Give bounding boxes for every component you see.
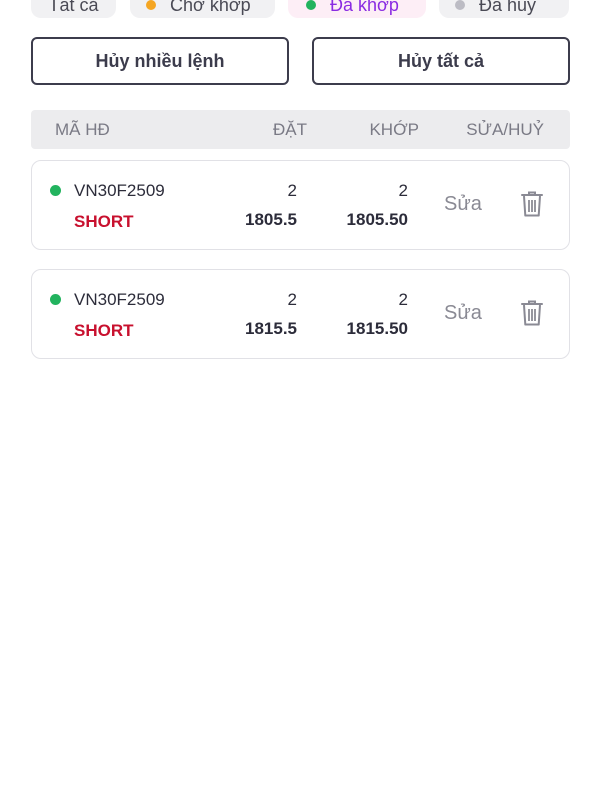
header-order: ĐẶT — [273, 120, 307, 139]
trash-icon[interactable] — [520, 190, 544, 218]
contract-code: VN30F2509 — [74, 181, 165, 200]
status-filter-bar: Tất cả Chờ khớp Đã khớp Đã hủy — [31, 0, 569, 18]
matched-quantity: 2 — [398, 290, 408, 309]
pending-dot-icon — [146, 0, 156, 10]
filter-all[interactable]: Tất cả — [31, 0, 116, 18]
contract-code: VN30F2509 — [74, 290, 165, 309]
filter-matched-label: Đã khớp — [330, 0, 399, 15]
header-edit-cancel: SỬA/HUỶ — [466, 120, 544, 139]
cancelled-dot-icon — [455, 0, 465, 10]
status-dot-icon — [50, 185, 61, 196]
header-matched: KHỚP — [369, 120, 419, 139]
table-row[interactable]: VN30F2509 SHORT 2 1805.5 2 1805.50 Sửa — [31, 160, 570, 250]
edit-button[interactable]: Sửa — [444, 302, 482, 325]
order-side: SHORT — [74, 321, 134, 340]
filter-cancelled[interactable]: Đã hủy — [439, 0, 569, 18]
matched-dot-icon — [306, 0, 316, 10]
table-row[interactable]: VN30F2509 SHORT 2 1815.5 2 1815.50 Sửa — [31, 269, 570, 359]
header-code: MÃ HĐ — [55, 120, 110, 139]
filter-pending[interactable]: Chờ khớp — [130, 0, 275, 18]
cancel-all-button[interactable]: Hủy tất cả — [312, 37, 570, 85]
order-side: SHORT — [74, 212, 134, 231]
edit-button[interactable]: Sửa — [444, 193, 482, 216]
trash-icon[interactable] — [520, 299, 544, 327]
matched-price: 1815.50 — [346, 319, 408, 338]
status-dot-icon — [50, 294, 61, 305]
matched-quantity: 2 — [398, 181, 408, 200]
table-header: MÃ HĐ ĐẶT KHỚP SỬA/HUỶ — [31, 110, 570, 149]
filter-all-label: Tất cả — [48, 0, 99, 15]
cancel-multiple-button[interactable]: Hủy nhiều lệnh — [31, 37, 289, 85]
order-quantity: 2 — [287, 181, 297, 200]
filter-matched[interactable]: Đã khớp — [288, 0, 426, 18]
order-price: 1805.5 — [245, 210, 297, 229]
matched-price: 1805.50 — [346, 210, 408, 229]
filter-pending-label: Chờ khớp — [170, 0, 251, 15]
order-price: 1815.5 — [245, 319, 297, 338]
filter-cancelled-label: Đã hủy — [479, 0, 537, 15]
order-quantity: 2 — [287, 290, 297, 309]
